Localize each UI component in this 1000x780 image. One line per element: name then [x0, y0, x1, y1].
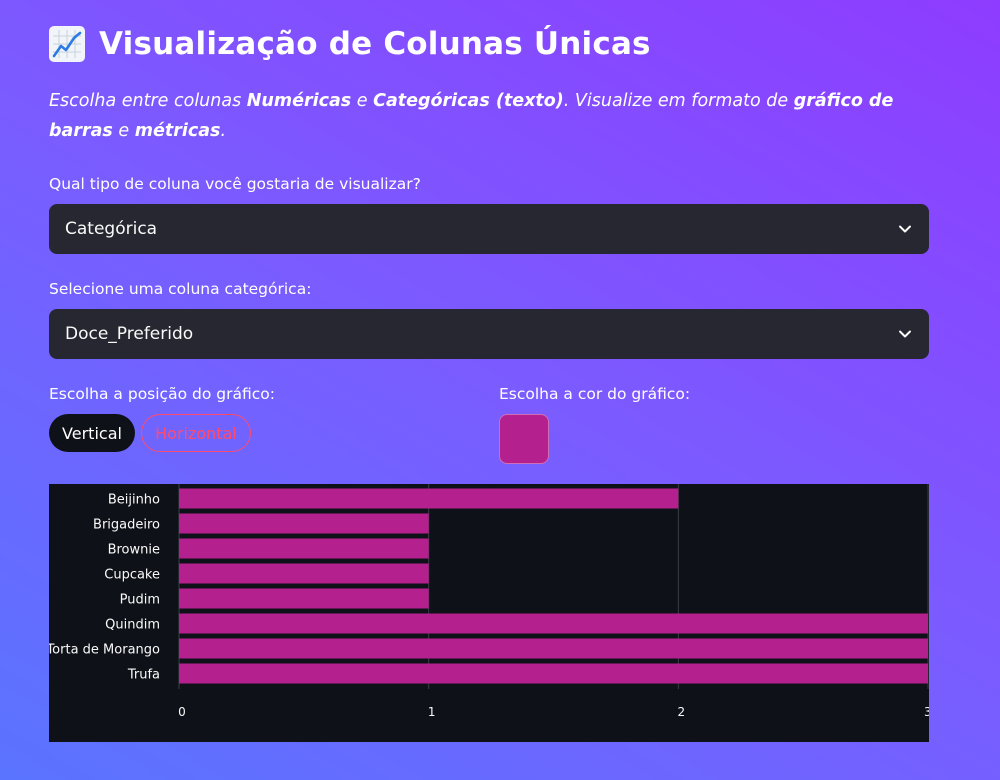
pill-horizontal[interactable]: Horizontal — [141, 414, 251, 452]
column-select-value: Doce_Preferido — [65, 324, 194, 344]
page-title: Visualização de Colunas Únicas — [49, 26, 651, 62]
category-label: Pudim — [120, 593, 160, 608]
bar — [179, 613, 928, 634]
bar — [179, 588, 429, 609]
bar — [179, 638, 928, 659]
bar — [179, 513, 429, 534]
bar — [179, 538, 429, 559]
bar — [179, 663, 928, 684]
column-select[interactable]: Doce_Preferido — [49, 309, 929, 359]
color-picker-label: Escolha a cor do gráfico: — [499, 385, 691, 403]
category-label: Trufa — [127, 668, 160, 683]
orientation-pills: Vertical Horizontal — [49, 414, 251, 452]
bar — [179, 563, 429, 584]
column-type-value: Categórica — [65, 219, 158, 239]
column-type-label: Qual tipo de coluna você gostaria de vis… — [49, 175, 421, 193]
bar — [179, 488, 679, 509]
color-picker-swatch[interactable] — [499, 414, 549, 464]
column-select-label: Selecione uma coluna categórica: — [49, 280, 312, 298]
category-label: Cupcake — [104, 568, 160, 583]
x-tick-label: 0 — [178, 705, 186, 719]
x-tick-label: 1 — [428, 705, 436, 719]
category-label: Brigadeiro — [93, 518, 160, 533]
chevron-down-icon — [899, 330, 911, 338]
category-label: Quindim — [105, 618, 160, 633]
column-type-select[interactable]: Categórica — [49, 204, 929, 254]
chevron-down-icon — [899, 225, 911, 233]
pill-vertical[interactable]: Vertical — [49, 414, 135, 452]
category-label: Brownie — [108, 543, 160, 558]
x-tick-label: 2 — [678, 705, 686, 719]
category-label: Beijinho — [108, 493, 160, 508]
chart-canvas: Beijinho Brigadeiro Brownie Cupcake Pudim Qui… — [49, 484, 929, 719]
orientation-label: Escolha a posição do gráfico: — [49, 385, 275, 403]
chart-increasing-icon — [49, 26, 85, 62]
bar-chart: Beijinho Brigadeiro Brownie Cupcake Pudim Qui… — [49, 484, 929, 742]
category-label: Torta de Morango — [49, 643, 160, 658]
title-text: Visualização de Colunas Únicas — [99, 26, 651, 62]
x-tick-label: 3 — [924, 705, 929, 719]
description: Escolha entre colunas Numéricas e Categó… — [49, 91, 894, 141]
